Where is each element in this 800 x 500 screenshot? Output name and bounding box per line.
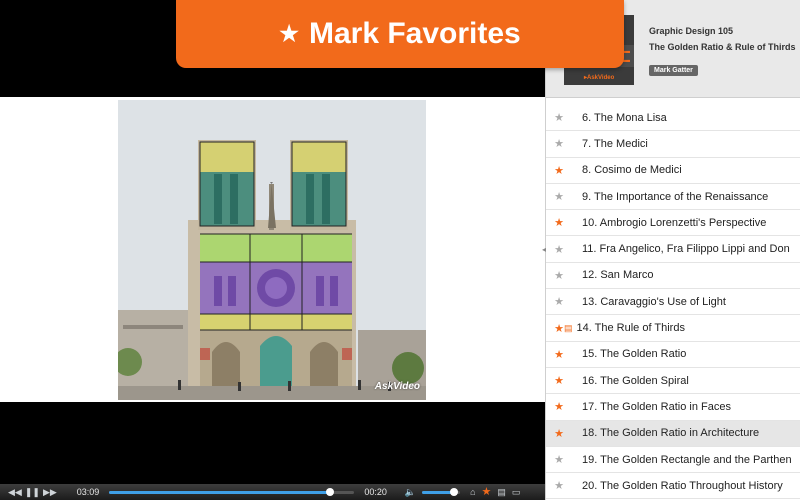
app-window: AskVideo ★ Mark Favorites ◀◀ ❚❚ ▶▶ 03:09… [0,0,800,500]
list-item[interactable]: ★ 7. The Medici [546,131,800,158]
favorite-star-icon[interactable]: ★ [546,295,572,308]
list-item[interactable]: ★ 6. The Mona Lisa [546,105,800,132]
lesson-title: 17. The Golden Ratio in Faces [582,400,731,413]
list-item[interactable]: ★ ▤ 14. The Rule of Thirds [546,315,800,342]
lesson-title: 13. Caravaggio's Use of Light [582,295,726,308]
lesson-title: 12. San Marco [582,269,654,282]
mark-favorites-banner: ★ Mark Favorites [176,0,624,68]
list-item[interactable]: ★ 12. San Marco [546,263,800,290]
favorite-star-icon[interactable]: ★ [546,216,572,229]
home-icon[interactable]: ⌂ [470,484,475,500]
list-item[interactable]: ★ 20. The Golden Ratio Throughout History [546,473,800,500]
video-frame[interactable]: AskVideo [118,100,426,400]
askvideo-watermark: AskVideo [374,381,420,392]
favorite-star-icon[interactable]: ★ [546,190,572,203]
favorite-star-icon[interactable]: ★ [546,427,572,440]
playback-controls: ◀◀ ❚❚ ▶▶ 03:09 00:20 🔈 ⌂ ★ ▤ ▭ [0,484,545,500]
favorite-star-icon[interactable]: ★ [546,137,572,150]
star-icon: ★ [279,21,299,46]
favorite-star-icon[interactable]: ★ [546,479,572,492]
favorite-star-icon[interactable]: ★ [546,400,572,413]
note-icon: ▤ [564,322,573,333]
list-item[interactable]: ★ 15. The Golden Ratio [546,342,800,368]
rewind-icon[interactable]: ◀◀ [8,484,22,500]
progress-slider[interactable] [109,487,355,496]
fullscreen-icon[interactable]: ▭ [512,484,521,500]
favorite-star-icon[interactable]: ★ [546,348,572,361]
list-item[interactable]: ★ 16. The Golden Spiral [546,368,800,395]
lesson-title: 16. The Golden Spiral [582,374,689,387]
lesson-title: 6. The Mona Lisa [582,111,667,124]
lesson-title: 9. The Importance of the Renaissance [582,190,769,203]
lesson-title: 11. Fra Angelico, Fra Filippo Lippi and … [582,243,790,256]
lesson-title: 7. The Medici [582,137,648,150]
favorite-star-icon[interactable]: ★ [546,243,572,256]
cathedral-image [118,100,426,400]
lesson-title: 18. The Golden Ratio in Architecture [582,427,760,440]
course-title: The Golden Ratio & Rule of Thirds [649,42,796,52]
banner-label: Mark Favorites [308,17,521,50]
list-item[interactable]: ★ 8. Cosimo de Medici [546,158,800,184]
lesson-title: 14. The Rule of Thirds [576,322,685,335]
favorite-star-icon[interactable]: ★ [546,111,572,124]
list-item[interactable]: ★ 11. Fra Angelico, Fra Filippo Lippi and… [546,236,800,263]
volume-icon[interactable]: 🔈 [405,484,416,500]
list-item[interactable]: ★ 18. The Golden Ratio in Architecture [546,420,800,447]
remaining-time: 00:20 [364,487,387,497]
favorite-star-icon[interactable]: ★ [482,484,492,500]
lesson-title: 20. The Golden Ratio Throughout History [582,479,783,492]
askvideo-logo: ▸AskVideo [584,75,615,81]
fast-forward-icon[interactable]: ▶▶ [43,484,57,500]
video-player[interactable]: AskVideo [0,0,545,500]
list-item[interactable]: ★ 13. Caravaggio's Use of Light [546,289,800,316]
progress-knob[interactable] [325,487,334,496]
pause-icon[interactable]: ❚❚ [25,484,40,500]
lesson-title: 10. Ambrogio Lorenzetti's Perspective [582,216,767,229]
lesson-panel: ◂ ▬▬▬▬▬ ▸AskVideo Graphic Design 105 The… [542,0,800,500]
elapsed-time: 03:09 [76,487,100,497]
lesson-list: ★ 6. The Mona Lisa ★ 7. The Medici ★ 8. Cosim… [546,105,800,500]
list-item[interactable]: ★ 10. Ambrogio Lorenzetti's Perspective [546,210,800,237]
favorite-star-icon[interactable]: ★ [546,374,572,387]
favorite-star-icon[interactable]: ★ [546,453,572,466]
course-subtitle: Graphic Design 105 [649,26,734,36]
lesson-title: 8. Cosimo de Medici [582,164,682,177]
author-button[interactable]: Mark Gatter [649,65,698,76]
list-item[interactable]: ★ 9. The Importance of the Renaissance [546,184,800,211]
favorite-star-icon[interactable]: ★ [546,269,572,282]
lesson-title: 19. The Golden Rectangle and the Parthen [582,453,792,466]
lesson-title: 15. The Golden Ratio [582,348,687,361]
list-item[interactable]: ★ 19. The Golden Rectangle and the Parthe… [546,447,800,474]
progress-fill [109,490,330,494]
list-item[interactable]: ★ 17. The Golden Ratio in Faces [546,394,800,421]
notes-icon[interactable]: ▤ [497,484,506,500]
volume-knob[interactable] [450,487,459,496]
favorite-star-icon[interactable]: ★ [546,164,572,177]
volume-slider[interactable] [422,487,461,496]
